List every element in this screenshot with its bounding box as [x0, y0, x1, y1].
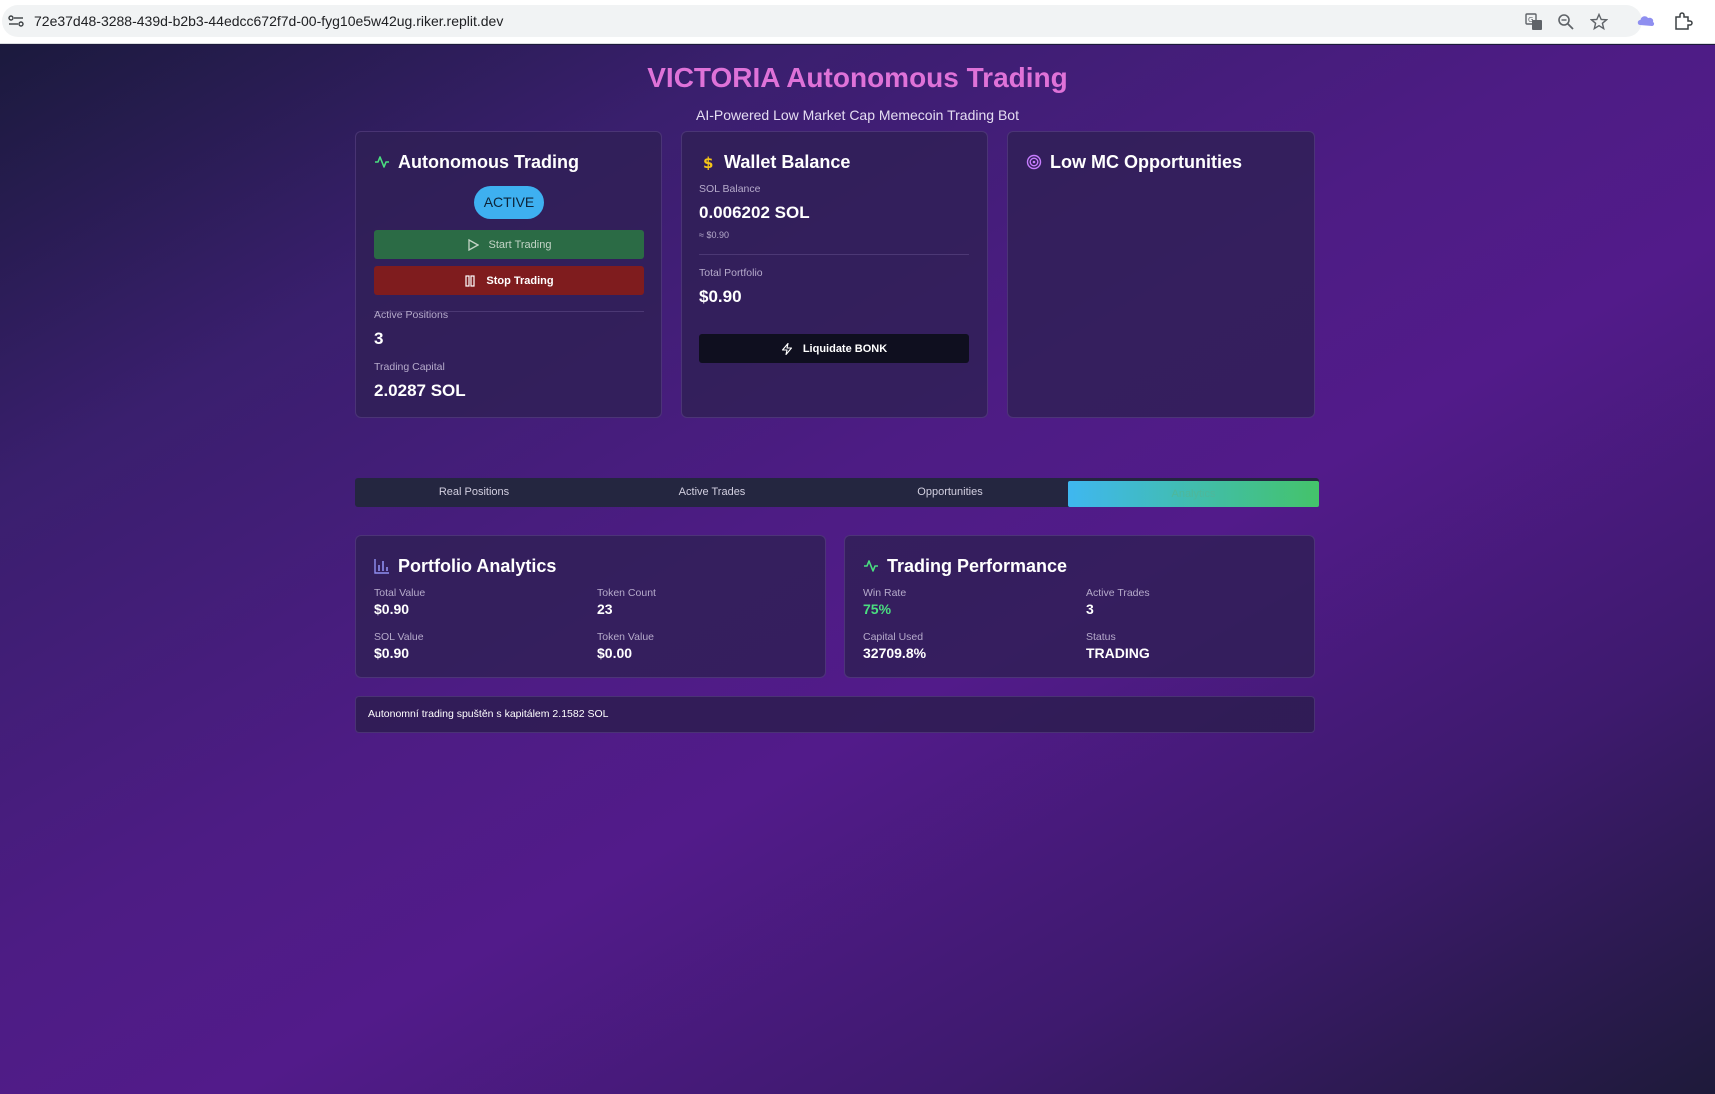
url-text[interactable]: 72e37d48-3288-439d-b2b3-44edcc672f7d-00-…	[34, 13, 503, 29]
browser-toolbar: 72e37d48-3288-439d-b2b3-44edcc672f7d-00-…	[0, 0, 1715, 44]
zoom-icon[interactable]	[1557, 13, 1575, 31]
card-header: Autonomous Trading	[374, 150, 579, 174]
extension-cloud-icon[interactable]	[1636, 11, 1656, 31]
card-header: Trading Performance	[863, 554, 1067, 578]
site-info-icon[interactable]	[8, 15, 24, 27]
status-message: Autonomní trading spuštěn s kapitálem 2.…	[355, 696, 1315, 733]
tab-active-trades[interactable]: Active Trades	[593, 478, 831, 507]
token-count-label: Token Count	[597, 587, 656, 599]
activity-icon	[375, 156, 389, 168]
sol-value: $0.90	[374, 645, 410, 661]
active-trades-value: 3	[1086, 601, 1094, 617]
liquidate-bonk-label: Liquidate BONK	[802, 342, 888, 355]
svg-text:G: G	[1528, 16, 1533, 24]
tab-opportunities[interactable]: Opportunities	[831, 478, 1069, 507]
active-positions-value: 3	[374, 329, 384, 348]
total-value-label: Total Value	[374, 587, 426, 599]
card-title: Autonomous Trading	[398, 151, 579, 172]
bookmark-star-icon[interactable]	[1590, 13, 1608, 31]
active-trades-label: Active Trades	[1086, 587, 1150, 599]
bar-chart-icon	[374, 559, 389, 574]
portfolio-analytics-card: Portfolio Analytics Total Value $0.90 To…	[355, 535, 826, 678]
win-rate-value: 75%	[863, 601, 892, 617]
trading-performance-card: Trading Performance Win Rate 75% Active …	[844, 535, 1315, 678]
page-title: VICTORIA Autonomous Trading	[647, 62, 1068, 93]
pause-icon	[465, 274, 475, 287]
total-portfolio-value: $0.90	[699, 287, 742, 306]
page-background: VICTORIA Autonomous Trading AI-Powered L…	[0, 45, 1715, 1094]
card-title: Trading Performance	[887, 555, 1068, 576]
svg-text:$: $	[703, 154, 713, 170]
token-value: $0.00	[597, 645, 633, 661]
token-value-label: Token Value	[597, 631, 655, 643]
play-icon	[467, 238, 479, 251]
tab-real-positions[interactable]: Real Positions	[355, 478, 593, 507]
total-portfolio-label: Total Portfolio	[699, 267, 763, 279]
trading-capital-value: 2.0287 SOL	[374, 381, 466, 400]
card-title: Low MC Opportunities	[1050, 151, 1242, 172]
target-icon	[1026, 154, 1042, 170]
dollar-icon: $	[703, 154, 713, 170]
total-value: $0.90	[374, 601, 410, 617]
status-message-text: Autonomní trading spuštěn s kapitálem 2.…	[368, 708, 609, 720]
autonomous-trading-card: Autonomous Trading ACTIVE Start Trading …	[355, 131, 662, 418]
address-bar[interactable]: 72e37d48-3288-439d-b2b3-44edcc672f7d-00-…	[2, 5, 1642, 37]
active-positions-label: Active Positions	[374, 309, 449, 321]
sol-balance-value: 0.006202 SOL	[699, 203, 810, 222]
wallet-balance-card: $ Wallet Balance SOL Balance 0.006202 SO…	[681, 131, 988, 418]
stop-trading-label: Stop Trading	[486, 274, 554, 287]
tab-bar: Real Positions Active Trades Opportuniti…	[355, 478, 1319, 507]
activity-icon	[864, 560, 878, 572]
status-badge: ACTIVE	[474, 186, 544, 219]
page-subtitle: AI-Powered Low Market Cap Memecoin Tradi…	[696, 107, 1019, 123]
low-mc-opportunities-card: Low MC Opportunities	[1007, 131, 1315, 418]
trading-capital-label: Trading Capital	[374, 361, 445, 373]
status-label: Status	[1086, 631, 1116, 643]
start-trading-button[interactable]: Start Trading	[374, 230, 644, 259]
zap-icon	[781, 342, 792, 355]
win-rate-label: Win Rate	[863, 587, 907, 599]
card-title: Wallet Balance	[724, 151, 851, 172]
translate-icon[interactable]: G	[1525, 13, 1543, 31]
card-title: Portfolio Analytics	[398, 555, 557, 576]
card-header: Low MC Opportunities	[1026, 150, 1242, 174]
start-trading-label: Start Trading	[488, 238, 552, 251]
divider	[699, 254, 969, 255]
extensions-puzzle-icon[interactable]	[1673, 11, 1693, 31]
stop-trading-button[interactable]: Stop Trading	[374, 266, 644, 295]
sol-usd-value: ≈ $0.90	[699, 230, 729, 240]
tab-analytics[interactable]: Analytics	[1068, 481, 1319, 507]
liquidate-bonk-button[interactable]: Liquidate BONK	[699, 334, 969, 363]
token-count-value: 23	[597, 601, 613, 617]
status-value: TRADING	[1086, 645, 1150, 661]
sol-balance-label: SOL Balance	[699, 183, 761, 195]
capital-used-value: 32709.8%	[863, 645, 927, 661]
capital-used-label: Capital Used	[863, 631, 924, 643]
card-header: Portfolio Analytics	[374, 554, 556, 578]
card-header: $ Wallet Balance	[700, 150, 850, 174]
sol-value-label: SOL Value	[374, 631, 424, 643]
